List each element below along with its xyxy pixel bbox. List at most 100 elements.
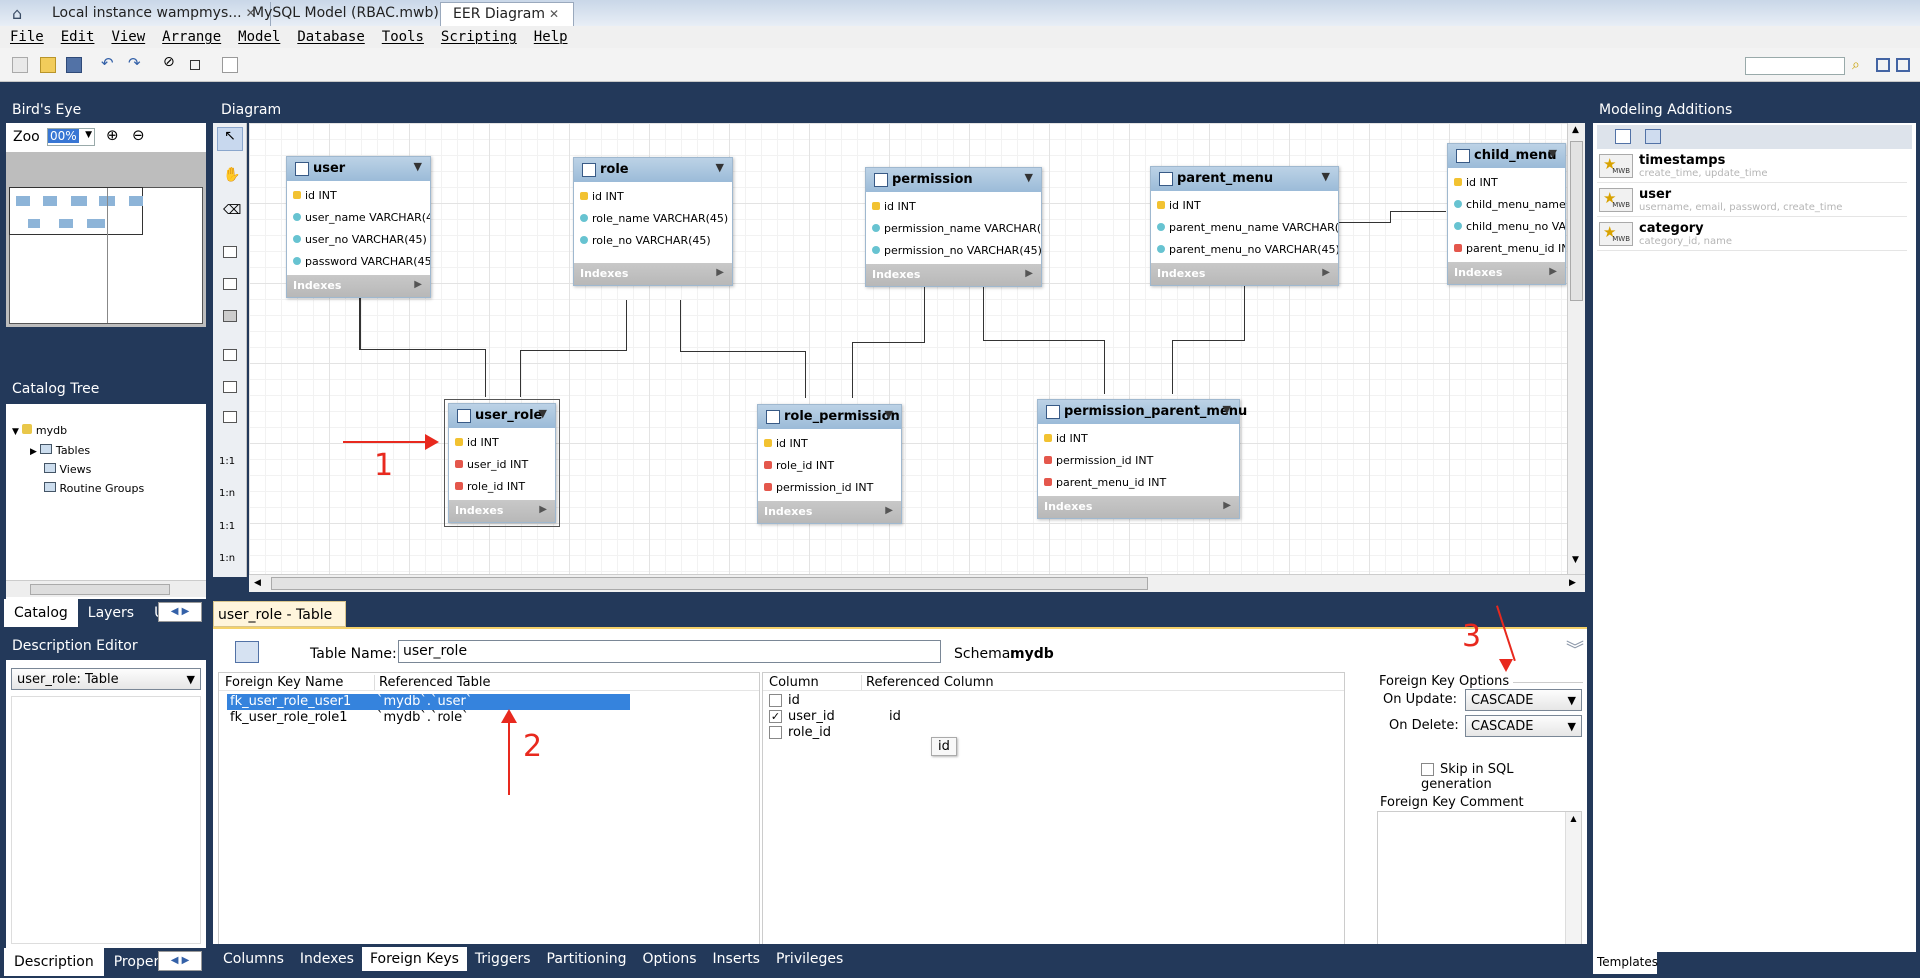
comment-v-scrollbar[interactable]: ▲ [1565, 812, 1581, 945]
menu-edit[interactable]: Edit [61, 29, 95, 45]
search-icon[interactable]: ⌕ [1852, 57, 1868, 73]
image-tool-icon[interactable] [223, 310, 237, 322]
note-tool-icon[interactable] [223, 278, 237, 290]
tab-foreign-keys[interactable]: Foreign Keys [361, 947, 467, 971]
ref-column-header[interactable]: Referenced Column [861, 675, 994, 690]
tree-item-routine-groups[interactable]: Routine Groups [44, 482, 144, 495]
column-row-role-id[interactable]: role_id [769, 725, 831, 740]
relation-1-1-tool[interactable]: 1:1 [219, 456, 235, 467]
menu-scripting[interactable]: Scripting [441, 29, 517, 45]
fk-name-header[interactable]: Foreign Key Name [225, 675, 343, 690]
tree-item-views[interactable]: Views [44, 463, 91, 476]
column-checkbox-checked[interactable]: ✓ [769, 710, 782, 723]
scroll-thumb[interactable] [1570, 141, 1583, 301]
new-file-icon[interactable] [12, 57, 28, 73]
scroll-right-icon[interactable]: ▶ [1569, 578, 1576, 588]
expand-icon[interactable]: ▼ [12, 427, 19, 437]
align-icon[interactable] [190, 60, 200, 70]
tab-options[interactable]: Options [635, 947, 705, 971]
column-row-id[interactable]: id [769, 693, 800, 708]
skip-sql-checkbox-row[interactable]: Skip in SQL generation [1421, 762, 1587, 792]
template-timestamps[interactable]: ★ MWB timestamps create_time, update_time [1597, 150, 1907, 183]
redo-icon[interactable]: ↷ [128, 54, 144, 72]
menu-view[interactable]: View [111, 29, 145, 45]
tab-indexes[interactable]: Indexes [292, 947, 362, 971]
relation-1-n-id-tool[interactable]: 1:n [219, 553, 235, 564]
tab-privileges[interactable]: Privileges [768, 947, 851, 971]
er-table-user-role[interactable]: user_role id INT user_id INT role_id INT… [444, 399, 560, 527]
menu-help[interactable]: Help [534, 29, 568, 45]
description-textarea[interactable] [11, 696, 201, 944]
template-user[interactable]: ★ MWB user username, email, password, cre… [1597, 184, 1907, 217]
tab-local-instance[interactable]: Local instance wampmys... ✕ [40, 2, 271, 26]
menu-arrange[interactable]: Arrange [162, 29, 221, 45]
column-checkbox[interactable] [769, 694, 782, 707]
tab-columns[interactable]: Columns [215, 947, 292, 971]
indexes-section[interactable]: Indexes [866, 264, 1041, 286]
tab-mysql-model[interactable]: MySQL Model (RBAC.mwb)✕ [240, 2, 468, 26]
scroll-down-icon[interactable]: ▼ [1572, 555, 1579, 565]
column-checkbox[interactable] [769, 726, 782, 739]
column-header[interactable]: Column [769, 675, 819, 690]
pointer-tool-icon[interactable]: ↖ [217, 127, 243, 151]
open-folder-icon[interactable] [40, 57, 56, 73]
tab-layers[interactable]: Layers [78, 599, 144, 627]
table-tool-icon[interactable] [223, 349, 237, 361]
menu-file[interactable]: File [10, 29, 44, 45]
tab-templates[interactable]: Templates [1593, 952, 1658, 974]
tab-description[interactable]: Description [4, 948, 104, 976]
eraser-tool-icon[interactable]: ⌫ [223, 203, 241, 218]
layout-left-icon[interactable] [1876, 58, 1890, 72]
relation-1-1-id-tool[interactable]: 1:1 [219, 521, 235, 532]
undo-icon[interactable]: ↶ [101, 54, 117, 72]
tab-eer-diagram[interactable]: EER Diagram ✕ [440, 2, 575, 26]
tree-item-mydb[interactable]: ▼ mydb [12, 424, 67, 437]
menu-model[interactable]: Model [238, 29, 280, 45]
table-name-input[interactable]: user_role [398, 640, 941, 663]
home-icon[interactable]: ⌂ [12, 4, 22, 23]
indexes-section[interactable]: Indexes [449, 500, 555, 522]
scroll-thumb[interactable] [271, 577, 1148, 590]
new-diagram-icon[interactable] [222, 57, 238, 73]
menu-tools[interactable]: Tools [382, 29, 424, 45]
collapse-icon[interactable]: ▶ [30, 447, 37, 457]
fk-comment-textarea[interactable]: ▲ [1377, 811, 1582, 946]
menu-database[interactable]: Database [297, 29, 364, 45]
template-category[interactable]: ★ MWB category category_id, name [1597, 218, 1907, 251]
collapse-chevron-icon[interactable]: ︾ [1566, 636, 1584, 662]
tab-triggers[interactable]: Triggers [467, 947, 539, 971]
catalog-h-scrollbar[interactable] [6, 580, 206, 597]
ref-table-header[interactable]: Referenced Table [374, 675, 490, 690]
tree-item-tables[interactable]: ▶ Tables [30, 444, 90, 457]
referenced-column-value[interactable]: id [889, 709, 901, 724]
template-table-icon[interactable] [1645, 129, 1661, 144]
tab-scroll-arrows[interactable]: ◀ ▶ [158, 951, 202, 971]
routine-tool-icon[interactable] [223, 411, 237, 423]
indexes-section[interactable]: Indexes [1038, 496, 1239, 518]
column-row-user-id[interactable]: ✓ user_id id [769, 709, 1329, 724]
er-table-role-permission[interactable]: role_permission id INT role_id INT permi… [757, 404, 902, 524]
er-table-role[interactable]: role id INT role_name VARCHAR(45) role_n… [573, 157, 733, 286]
relation-1-n-tool[interactable]: 1:n [219, 488, 235, 499]
layout-right-icon[interactable] [1896, 58, 1910, 72]
birds-eye-minimap[interactable] [6, 152, 206, 327]
tab-inserts[interactable]: Inserts [705, 947, 768, 971]
description-object-select[interactable]: user_role: Table [11, 668, 201, 690]
indexes-section[interactable]: Indexes [1448, 262, 1565, 284]
indexes-section[interactable]: Indexes [758, 501, 901, 523]
er-table-child-menu[interactable]: child_menu id INT child_menu_name VA chi… [1447, 143, 1566, 285]
on-update-select[interactable]: CASCADE [1465, 689, 1582, 711]
on-delete-select[interactable]: CASCADE [1465, 715, 1582, 737]
tab-scroll-arrows[interactable]: ◀ ▶ [158, 602, 202, 622]
tab-partitioning[interactable]: Partitioning [539, 947, 635, 971]
er-table-permission[interactable]: permission id INT permission_name VARCHA… [865, 167, 1042, 287]
zoom-out-icon[interactable]: ⊖ [132, 126, 145, 144]
zoom-in-icon[interactable]: ⊕ [106, 126, 119, 144]
fk-row[interactable]: fk_user_role_role1 `mydb`.`role` [227, 710, 630, 726]
indexes-section[interactable]: Indexes [1151, 263, 1338, 285]
er-table-parent-menu[interactable]: parent_menu id INT parent_menu_name VARC… [1150, 166, 1339, 286]
scroll-left-icon[interactable]: ◀ [254, 578, 261, 588]
layer-tool-icon[interactable] [223, 246, 237, 258]
save-icon[interactable] [66, 57, 82, 73]
toggle-grid-icon[interactable]: ⊘ [163, 54, 179, 70]
